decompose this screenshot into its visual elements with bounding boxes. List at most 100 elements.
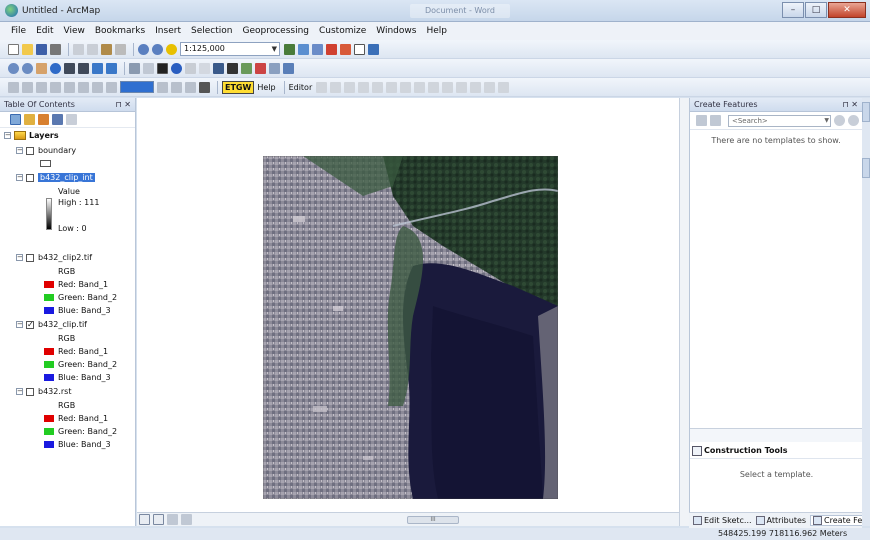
collapse-icon[interactable]: − [16, 254, 23, 261]
menu-geoprocessing[interactable]: Geoprocessing [237, 26, 314, 36]
tab-edit-sketch[interactable]: Edit Sketc... [693, 516, 752, 525]
layer-effects-icon[interactable] [92, 81, 103, 93]
layer-name[interactable]: b432.rst [38, 387, 71, 396]
layer-visibility-checkbox[interactable] [26, 147, 34, 155]
pause-drawing-icon[interactable] [181, 514, 192, 525]
options-icon[interactable] [66, 114, 77, 125]
etgw-button[interactable]: ETGW [222, 80, 255, 94]
back-extent-icon[interactable] [92, 62, 103, 74]
data-view-icon[interactable] [139, 514, 150, 525]
minimize-button[interactable]: – [782, 2, 804, 18]
layer-name[interactable]: boundary [38, 146, 76, 155]
fixed-zoom-out-icon[interactable] [78, 62, 89, 74]
layer-name-selected[interactable]: b432_clip_int [38, 173, 95, 182]
collapse-icon[interactable]: − [16, 147, 23, 154]
panel-splitter[interactable] [690, 428, 863, 442]
zoom-in-icon[interactable] [8, 62, 19, 74]
map-display[interactable] [137, 98, 679, 512]
polygon-symbol[interactable] [40, 160, 51, 167]
menu-help[interactable]: Help [421, 26, 452, 36]
cut-icon[interactable] [73, 43, 84, 55]
menu-view[interactable]: View [59, 26, 90, 36]
collapse-icon[interactable]: − [16, 321, 23, 328]
copy-icon[interactable] [87, 43, 98, 55]
straight-segment-icon[interactable] [344, 81, 356, 93]
tab-create-features[interactable]: Create Fea... [810, 515, 870, 526]
point-icon[interactable] [386, 81, 398, 93]
new-document-icon[interactable] [8, 43, 19, 55]
find-route-icon[interactable] [241, 62, 252, 74]
menu-customize[interactable]: Customize [314, 26, 371, 36]
layer-combo[interactable] [120, 81, 154, 93]
table-of-contents-icon[interactable] [298, 43, 309, 55]
contrast-icon[interactable] [50, 81, 61, 93]
search-side-tab[interactable] [862, 158, 870, 178]
undo-icon[interactable] [138, 43, 149, 55]
edit-annotation-icon[interactable] [330, 81, 342, 93]
collapse-icon[interactable]: − [16, 388, 23, 395]
cut-polygons-icon[interactable] [428, 81, 440, 93]
red-band-swatch[interactable] [44, 281, 54, 288]
layout-view-icon[interactable] [153, 514, 164, 525]
edit-tool-icon[interactable] [316, 81, 328, 93]
reshape-icon[interactable] [414, 81, 426, 93]
help-dropdown[interactable]: Help [257, 83, 275, 92]
identify-icon[interactable] [171, 62, 182, 74]
layer-visibility-checkbox-checked[interactable]: ✓ [26, 321, 34, 329]
menu-bookmarks[interactable]: Bookmarks [90, 26, 150, 36]
list-by-source-icon[interactable] [24, 114, 35, 125]
arctoolbox-icon[interactable] [340, 43, 351, 55]
tab-attributes[interactable]: Attributes [755, 516, 806, 525]
menu-file[interactable]: File [6, 26, 31, 36]
list-by-selection-icon[interactable] [52, 114, 63, 125]
menu-edit[interactable]: Edit [31, 26, 58, 36]
select-features-icon[interactable] [129, 62, 140, 74]
go-to-xy-icon[interactable] [255, 62, 266, 74]
modelbuilder-icon[interactable] [368, 43, 379, 55]
map-horizontal-scrollbar[interactable]: III [137, 512, 679, 526]
collapse-icon[interactable]: − [4, 132, 11, 139]
satellite-raster-image[interactable] [263, 156, 558, 499]
close-button[interactable]: ✕ [828, 2, 866, 18]
transparency-icon[interactable] [78, 81, 89, 93]
red-band-swatch[interactable] [44, 348, 54, 355]
map-scale-combo[interactable]: 1:125,000 ▼ [180, 42, 280, 56]
paste-icon[interactable] [101, 43, 112, 55]
rotate-icon[interactable] [171, 81, 182, 93]
green-band-swatch[interactable] [44, 428, 54, 435]
list-by-drawing-order-icon[interactable] [10, 114, 21, 125]
layer-name[interactable]: b432_clip.tif [38, 320, 87, 329]
green-band-swatch[interactable] [44, 361, 54, 368]
pin-close-icon[interactable]: ⊓ ✕ [843, 98, 859, 112]
stretch-color-ramp[interactable] [46, 198, 52, 230]
add-data-icon[interactable] [166, 43, 177, 55]
template-search-input[interactable]: <Search> ▼ [728, 114, 831, 127]
red-band-swatch[interactable] [44, 415, 54, 422]
create-viewer-icon[interactable] [283, 62, 294, 74]
print-icon[interactable] [50, 43, 61, 55]
layer-visibility-checkbox[interactable] [26, 254, 34, 262]
hyperlink-icon[interactable] [185, 62, 196, 74]
delete-icon[interactable] [115, 43, 126, 55]
collapse-icon[interactable]: − [16, 174, 23, 181]
editor-dropdown[interactable]: Editor [289, 83, 313, 92]
layout-icon[interactable] [199, 81, 210, 93]
select-elements-icon[interactable] [157, 62, 168, 74]
python-window-icon[interactable] [354, 43, 365, 55]
pan-icon[interactable] [36, 62, 47, 74]
open-folder-icon[interactable] [22, 43, 33, 55]
layers-root-label[interactable]: Layers [29, 131, 59, 140]
rotate-tool-icon[interactable] [456, 81, 468, 93]
layer-visibility-checkbox[interactable] [26, 388, 34, 396]
blue-band-swatch[interactable] [44, 374, 54, 381]
fixed-zoom-in-icon[interactable] [64, 62, 75, 74]
catalog-side-tab[interactable] [862, 102, 870, 122]
clear-selection-icon[interactable] [143, 62, 154, 74]
create-features-icon[interactable] [498, 81, 510, 93]
brightness-icon[interactable] [64, 81, 75, 93]
editor-toolbar-icon[interactable] [284, 43, 295, 55]
split-icon[interactable] [442, 81, 454, 93]
refresh-icon[interactable] [167, 514, 178, 525]
shift-icon[interactable] [185, 81, 196, 93]
flicker-icon[interactable] [36, 81, 47, 93]
